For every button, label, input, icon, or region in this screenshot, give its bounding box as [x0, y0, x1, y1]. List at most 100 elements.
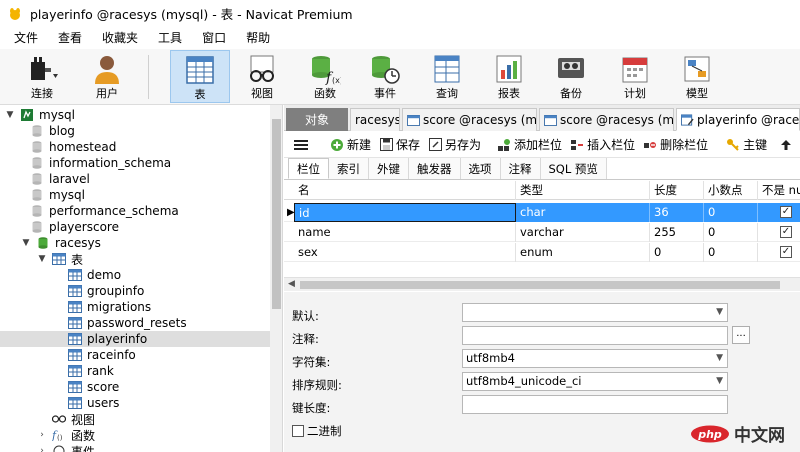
delete-field-button[interactable]: 删除栏位 — [643, 136, 708, 153]
scroll-left-arrow-icon[interactable]: ◀ — [288, 279, 295, 289]
schedule-button[interactable]: 计划 — [610, 50, 660, 103]
backup-button[interactable]: 备份 — [546, 50, 596, 103]
collapse-arrow-icon[interactable]: ▼ — [4, 109, 16, 121]
table-row[interactable]: name varchar 255 0 ✓ — [284, 223, 800, 242]
connect-button[interactable]: 连接 — [14, 50, 70, 103]
field-type-cell[interactable]: char — [516, 203, 650, 222]
field-not-null-cell[interactable]: ✓ — [758, 223, 800, 242]
field-type-cell[interactable]: varchar — [516, 223, 650, 242]
table-button[interactable]: 表 — [170, 50, 230, 103]
tree-table-migrations[interactable]: migrations — [0, 299, 270, 315]
binary-checkbox-box[interactable] — [292, 425, 304, 437]
tree-db-blog[interactable]: blog — [0, 123, 270, 139]
tab-triggers[interactable]: 触发器 — [409, 158, 461, 179]
grid-scrollbar-thumb[interactable] — [300, 281, 780, 289]
tree-table-playerinfo[interactable]: playerinfo — [0, 331, 270, 347]
field-length-cell[interactable]: 0 — [650, 243, 704, 262]
field-not-null-cell[interactable]: ✓ — [758, 203, 800, 222]
menu-tools[interactable]: 工具 — [148, 27, 192, 49]
model-button[interactable]: 模型 — [672, 50, 722, 103]
chevron-down-icon[interactable]: ▼ — [716, 304, 723, 321]
primary-key-button[interactable]: 主键 — [726, 136, 767, 153]
field-type-cell[interactable]: enum — [516, 243, 650, 262]
field-decimals-cell[interactable]: 0 — [704, 203, 758, 222]
column-header-name[interactable]: 名 — [294, 181, 516, 200]
tree-db-performance-schema[interactable]: performance_schema — [0, 203, 270, 219]
tab-indexes[interactable]: 索引 — [329, 158, 369, 179]
expand-arrow-icon[interactable]: › — [36, 429, 48, 441]
tree-db-mysql[interactable]: mysql — [0, 187, 270, 203]
insert-field-button[interactable]: 插入栏位 — [570, 136, 635, 153]
hamburger-menu-button[interactable] — [294, 139, 308, 151]
tree-scrollbar-thumb[interactable] — [272, 119, 281, 309]
tab-score-1[interactable]: score @racesys (m... — [402, 108, 537, 131]
collapse-arrow-icon[interactable]: ▼ — [20, 237, 32, 249]
report-button[interactable]: 报表 — [484, 50, 534, 103]
tree-db-information-schema[interactable]: information_schema — [0, 155, 270, 171]
menu-window[interactable]: 窗口 — [192, 27, 236, 49]
add-field-button[interactable]: 添加栏位 — [497, 136, 562, 153]
tab-comments[interactable]: 注释 — [500, 158, 541, 179]
field-name-cell[interactable]: sex — [294, 243, 516, 262]
grid-horizontal-scrollbar[interactable]: ◀ — [284, 277, 800, 291]
tree-db-homestead[interactable]: homestead — [0, 139, 270, 155]
key-length-field[interactable] — [462, 395, 728, 414]
tree-db-playerscore[interactable]: playerscore — [0, 219, 270, 235]
view-button[interactable]: 视图 — [237, 50, 287, 103]
new-button[interactable]: 新建 — [330, 136, 371, 153]
function-button[interactable]: f (x) 函数 — [300, 50, 350, 103]
field-decimals-cell[interactable]: 0 — [704, 243, 758, 262]
column-header-decimals[interactable]: 小数点 — [704, 181, 758, 200]
not-null-checkbox[interactable]: ✓ — [780, 226, 792, 238]
comment-field[interactable] — [462, 326, 728, 345]
tree-folder-events[interactable]: › 事件 — [0, 443, 270, 452]
field-decimals-cell[interactable]: 0 — [704, 223, 758, 242]
chevron-down-icon[interactable]: ▼ — [716, 350, 723, 367]
field-length-cell[interactable]: 255 — [650, 223, 704, 242]
menu-help[interactable]: 帮助 — [236, 27, 280, 49]
binary-checkbox[interactable]: 二进制 — [292, 423, 342, 439]
tab-fields[interactable]: 栏位 — [288, 158, 329, 179]
save-button[interactable]: 保存 — [379, 136, 420, 153]
menu-view[interactable]: 查看 — [48, 27, 92, 49]
tab-foreign-keys[interactable]: 外键 — [369, 158, 409, 179]
tree-folder-views[interactable]: 视图 — [0, 411, 270, 427]
collapse-arrow-icon[interactable]: ▼ — [36, 253, 48, 265]
tree-scrollbar[interactable] — [270, 105, 282, 452]
charset-select[interactable]: utf8mb4 ▼ — [462, 349, 728, 368]
expand-arrow-icon[interactable]: › — [36, 445, 48, 452]
tab-playerinfo[interactable]: playerinfo @racesy... — [676, 108, 800, 131]
not-null-checkbox[interactable]: ✓ — [780, 246, 792, 258]
move-up-button[interactable] — [779, 138, 796, 152]
collation-select[interactable]: utf8mb4_unicode_ci ▼ — [462, 372, 728, 391]
not-null-checkbox[interactable]: ✓ — [780, 206, 792, 218]
field-name-cell[interactable]: name — [294, 223, 516, 242]
user-button[interactable]: 用户 — [82, 50, 132, 103]
tree-folder-tables[interactable]: ▼ 表 — [0, 251, 270, 267]
chevron-down-icon[interactable]: ▼ — [716, 373, 723, 390]
table-row[interactable]: sex enum 0 0 ✓ — [284, 243, 800, 262]
tree-table-score[interactable]: score — [0, 379, 270, 395]
table-row[interactable]: ▶ id char 36 0 ✓ — [284, 203, 800, 222]
tab-sql-preview[interactable]: SQL 预览 — [540, 158, 607, 179]
event-button[interactable]: 事件 — [360, 50, 410, 103]
menu-favorites[interactable]: 收藏夹 — [92, 27, 148, 49]
field-name-cell[interactable]: id — [294, 203, 516, 222]
tree-table-groupinfo[interactable]: groupinfo — [0, 283, 270, 299]
tab-objects[interactable]: 对象 — [286, 108, 348, 131]
column-header-not-null[interactable]: 不是 nu — [758, 181, 800, 200]
tree-table-password-resets[interactable]: password_resets — [0, 315, 270, 331]
tree-db-laravel[interactable]: laravel — [0, 171, 270, 187]
tree-db-racesys[interactable]: ▼ racesys — [0, 235, 270, 251]
tab-score-2[interactable]: score @racesys (m... — [539, 108, 674, 131]
comment-more-button[interactable]: ... — [732, 326, 750, 344]
tree-folder-functions[interactable]: › f() 函数 — [0, 427, 270, 443]
save-as-button[interactable]: 另存为 — [428, 136, 481, 153]
tab-racesys[interactable]: racesys — [350, 108, 400, 131]
field-length-cell[interactable]: 36 — [650, 203, 704, 222]
column-header-length[interactable]: 长度 — [650, 181, 704, 200]
default-select[interactable]: ▼ — [462, 303, 728, 322]
tree-connection-mysql[interactable]: ▼ mysql — [0, 107, 270, 123]
query-button[interactable]: 查询 — [422, 50, 472, 103]
tab-options[interactable]: 选项 — [460, 158, 501, 179]
